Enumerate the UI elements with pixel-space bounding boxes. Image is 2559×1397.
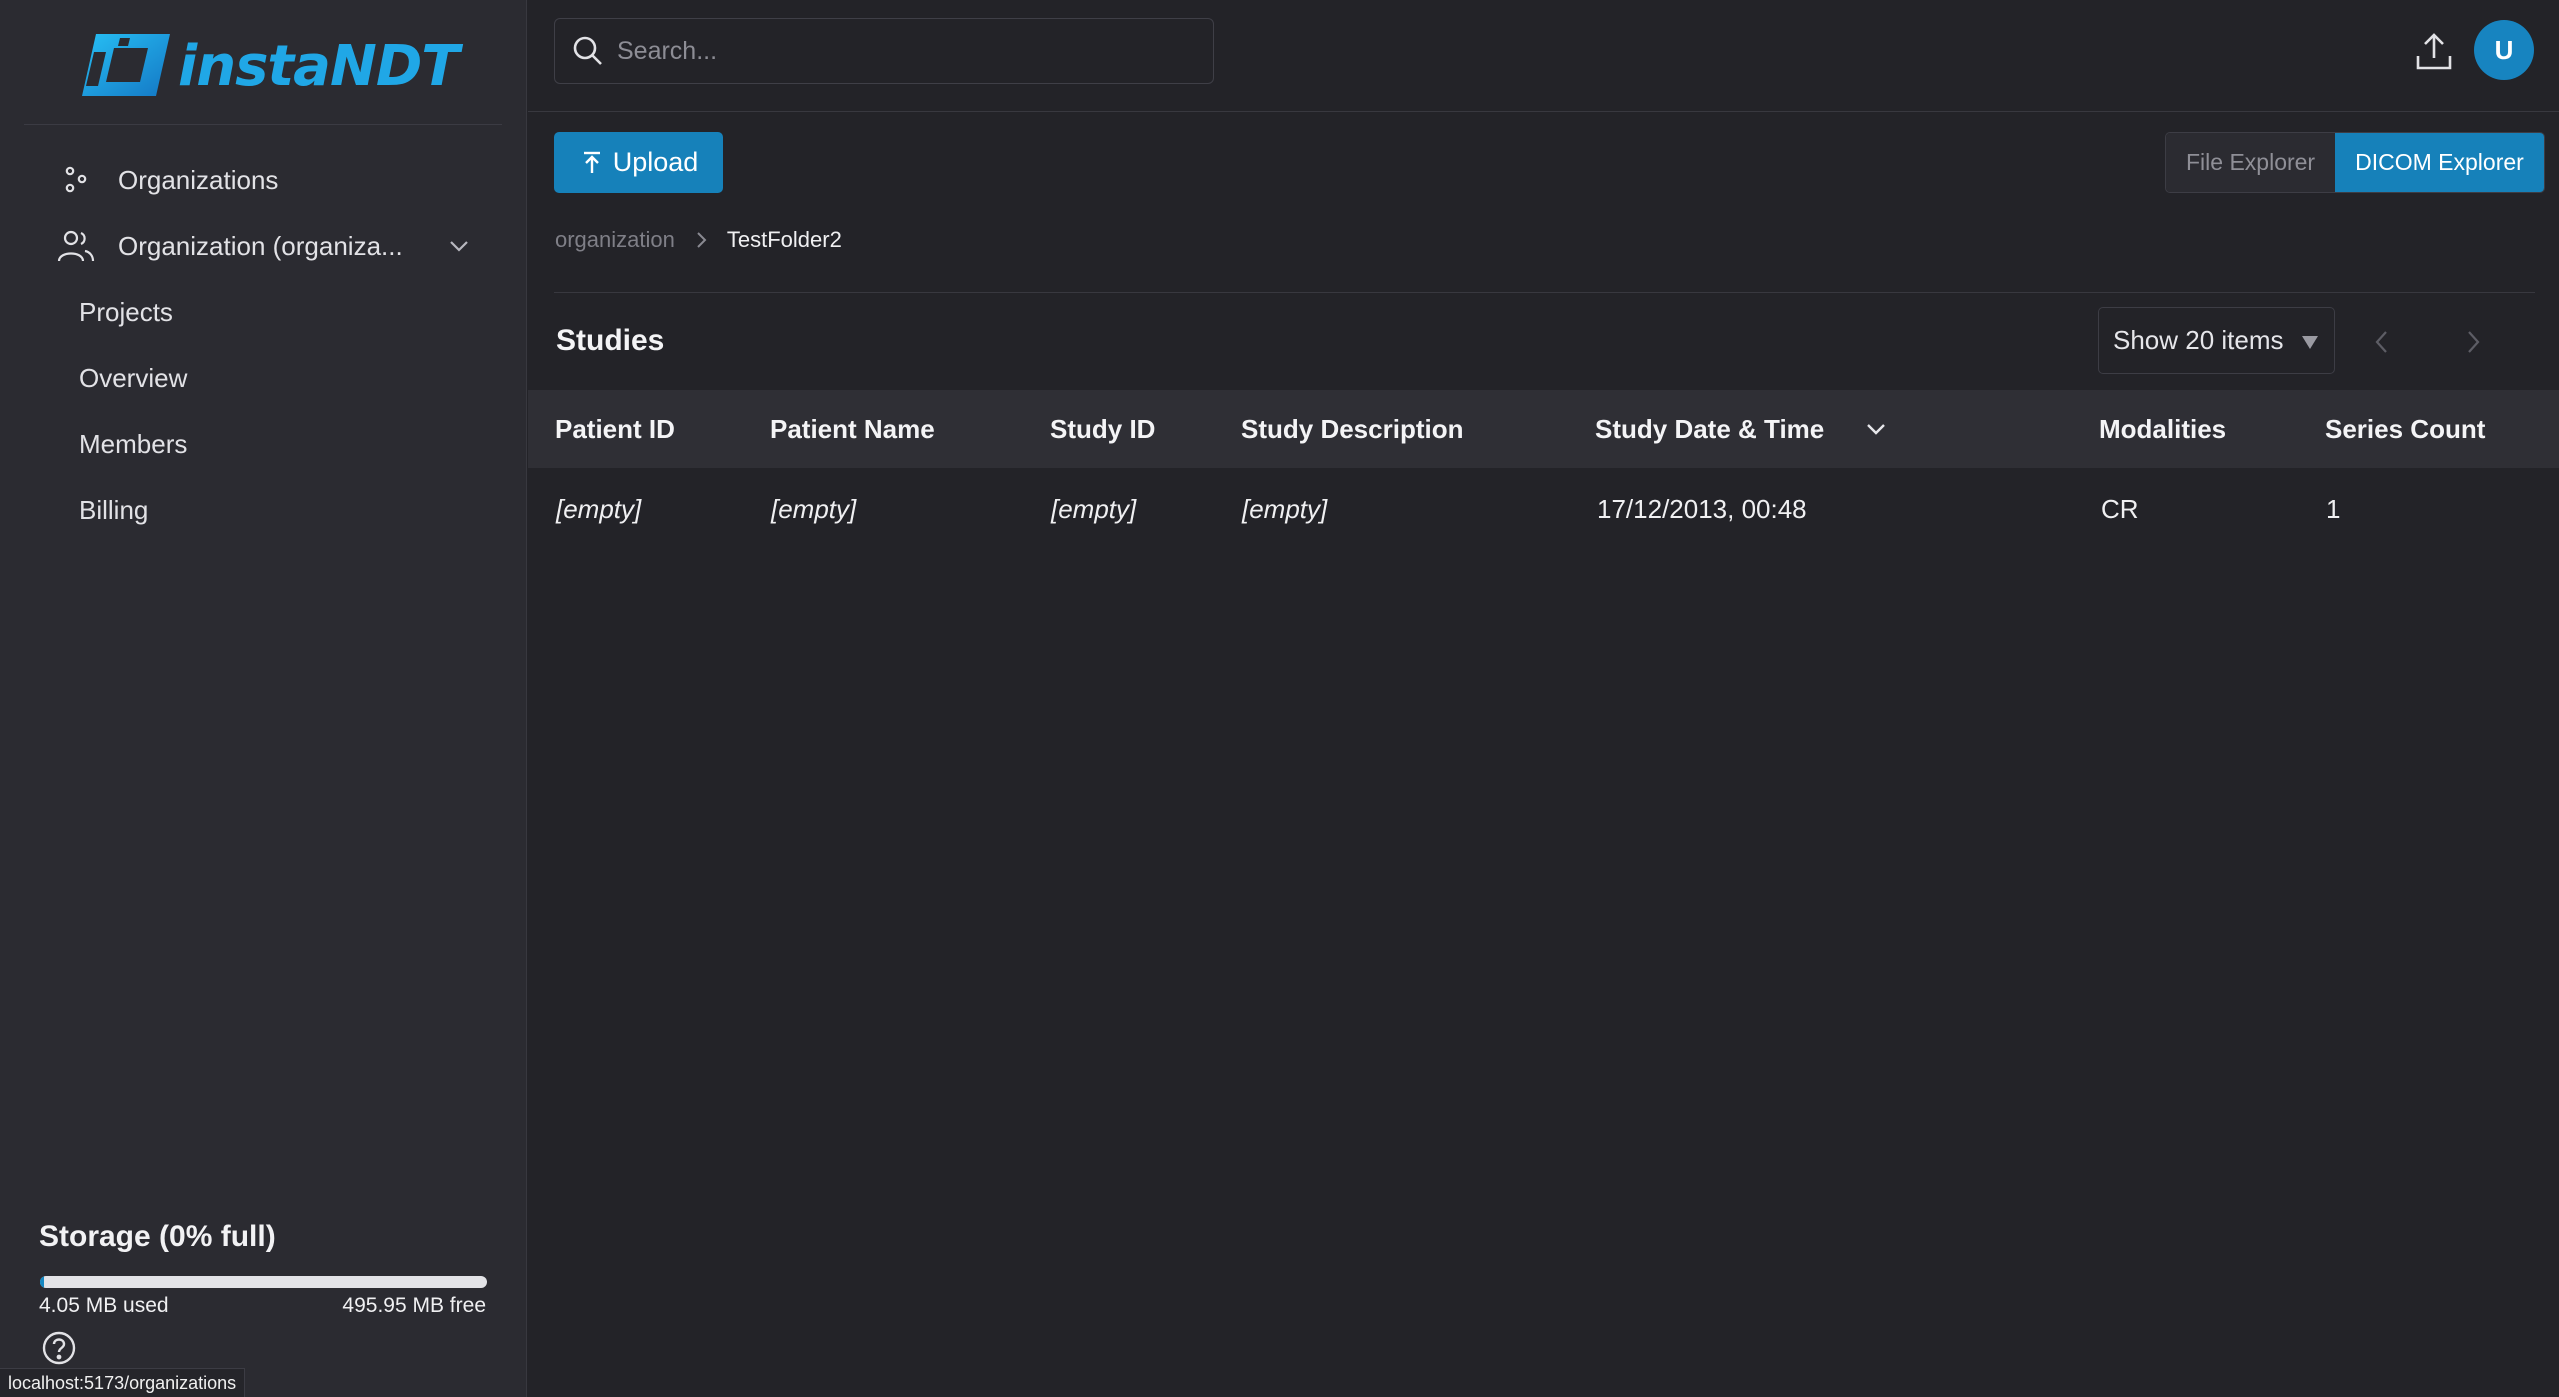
cell-study-id: [empty] — [1051, 494, 1137, 524]
search-box[interactable] — [554, 18, 1214, 84]
upload-icon[interactable] — [2412, 30, 2456, 74]
chevron-left-icon — [2375, 331, 2387, 353]
logo-mark-icon — [82, 34, 170, 96]
chevron-down-icon[interactable] — [442, 229, 476, 263]
logo-text: instaNDT — [178, 33, 460, 99]
sidebar-divider — [24, 124, 502, 125]
help-icon[interactable] — [41, 1330, 77, 1366]
content-divider — [554, 292, 2535, 293]
sidebar-subitem-projects[interactable]: Projects — [79, 290, 173, 334]
column-header-study-date-time[interactable]: Study Date & Time — [1595, 390, 1824, 468]
table-row[interactable]: [empty] [empty] [empty] [empty] 17/12/20… — [528, 470, 2559, 548]
breadcrumb: organization TestFolder2 — [555, 222, 842, 258]
upload-arrow-icon — [583, 151, 600, 173]
column-header-study-id[interactable]: Study ID — [1050, 390, 1155, 468]
column-header-study-description[interactable]: Study Description — [1241, 390, 1463, 468]
cell-patient-name: [empty] — [771, 494, 857, 524]
column-header-series-count[interactable]: Series Count — [2325, 390, 2485, 468]
storage-progress-bar — [40, 1276, 487, 1288]
chevron-right-icon — [697, 232, 707, 248]
app: instaNDT Organizations Organization (org… — [0, 0, 2559, 1397]
cell-study-date-time: 17/12/2013, 00:48 — [1597, 494, 1807, 524]
upload-button[interactable]: Upload — [554, 132, 723, 193]
breadcrumb-current: TestFolder2 — [726, 227, 842, 252]
section-title: Studies — [556, 324, 665, 357]
column-header-patient-id[interactable]: Patient ID — [555, 390, 675, 468]
upload-button-label: Upload — [612, 147, 699, 177]
sidebar: instaNDT Organizations Organization (org… — [0, 0, 527, 1397]
file-explorer-button[interactable]: File Explorer — [2166, 133, 2336, 192]
breadcrumb-root[interactable]: organization — [555, 227, 675, 253]
column-header-patient-name[interactable]: Patient Name — [770, 390, 935, 468]
cell-modalities: CR — [2101, 494, 2139, 524]
storage-progress-fill — [40, 1276, 44, 1288]
view-toggle: File Explorer DICOM Explorer — [2165, 132, 2545, 193]
organizations-icon — [56, 160, 96, 200]
search-icon — [573, 36, 602, 65]
top-bar: U — [528, 0, 2559, 112]
storage-free: 495.95 MB free — [342, 1294, 486, 1317]
sidebar-subitem-members[interactable]: Members — [79, 422, 187, 466]
dicom-explorer-button[interactable]: DICOM Explorer — [2335, 133, 2544, 192]
logo[interactable]: instaNDT — [74, 28, 460, 104]
cell-series-count: 1 — [2326, 494, 2341, 524]
sidebar-item-label: Organizations — [118, 164, 279, 195]
sidebar-item-organizations[interactable]: Organizations — [56, 155, 278, 205]
status-bar-url: localhost:5173/organizations — [0, 1368, 246, 1397]
next-page-button[interactable] — [2453, 322, 2493, 362]
sidebar-item-label: Organization (organiza... — [118, 230, 403, 261]
search-input[interactable] — [617, 36, 1213, 66]
chevron-right-icon — [2468, 331, 2480, 353]
storage-used: 4.05 MB used — [39, 1294, 169, 1317]
cell-study-description: [empty] — [1242, 494, 1328, 524]
column-header-modalities[interactable]: Modalities — [2099, 390, 2226, 468]
sidebar-subitem-overview[interactable]: Overview — [79, 356, 187, 400]
table-header: Patient ID Patient Name Study ID Study D… — [528, 390, 2559, 468]
page-size-label: Show 20 items — [2113, 325, 2284, 355]
previous-page-button[interactable] — [2362, 322, 2402, 362]
storage-title: Storage (0% full) — [39, 1220, 276, 1253]
avatar[interactable]: U — [2474, 20, 2534, 80]
page-size-select[interactable]: Show 20 items — [2098, 307, 2335, 374]
cell-patient-id: [empty] — [556, 494, 642, 524]
sidebar-item-organization[interactable]: Organization (organiza... — [56, 221, 476, 271]
caret-down-icon — [2302, 336, 2318, 349]
sidebar-subitem-billing[interactable]: Billing — [79, 488, 148, 532]
sort-descending-icon[interactable] — [1862, 415, 1890, 443]
users-icon — [56, 226, 96, 266]
